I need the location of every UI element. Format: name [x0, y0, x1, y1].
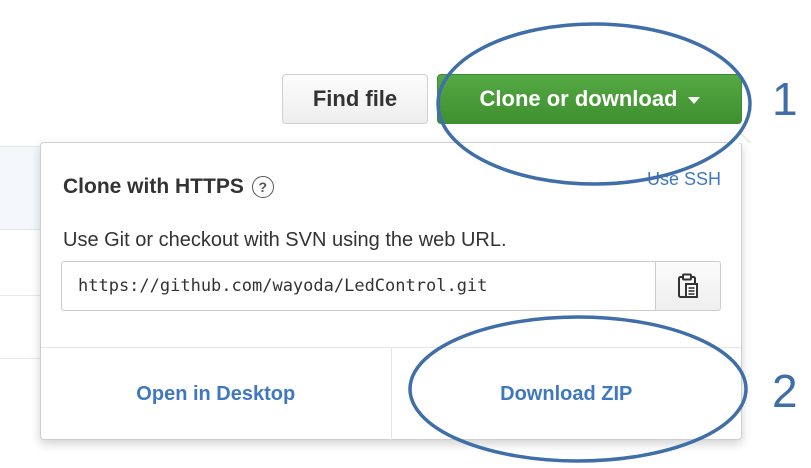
copy-url-button[interactable]	[655, 261, 721, 311]
panel-pointer	[731, 133, 751, 143]
background-divider	[0, 295, 42, 296]
annotation-number-1: 1	[772, 73, 798, 125]
annotation-number-2: 2	[772, 365, 798, 417]
clone-panel-footer: Open in Desktop Download ZIP	[41, 347, 741, 440]
background-table-row	[0, 146, 42, 230]
clone-title: Clone with HTTPS ?	[63, 175, 274, 199]
use-ssh-link[interactable]: Use SSH	[647, 169, 721, 190]
find-file-button[interactable]: Find file	[282, 74, 428, 124]
clone-title-text: Clone with HTTPS	[63, 175, 244, 198]
caret-down-icon	[687, 96, 700, 104]
clone-url-group	[61, 261, 721, 311]
clone-or-download-button[interactable]: Clone or download	[437, 74, 742, 124]
clone-instructions: Use Git or checkout with SVN using the w…	[63, 229, 507, 251]
download-zip-button[interactable]: Download ZIP	[392, 348, 742, 440]
clone-dropdown-panel: Clone with HTTPS ? Use SSH Use Git or ch…	[40, 133, 751, 440]
find-file-label: Find file	[312, 86, 398, 111]
clone-url-input[interactable]	[61, 261, 655, 311]
background-divider	[0, 358, 42, 359]
clipboard-icon	[678, 273, 698, 298]
open-in-desktop-button[interactable]: Open in Desktop	[41, 348, 392, 440]
clone-button-label: Clone or download	[479, 86, 678, 111]
question-circle-icon[interactable]: ?	[251, 176, 274, 198]
